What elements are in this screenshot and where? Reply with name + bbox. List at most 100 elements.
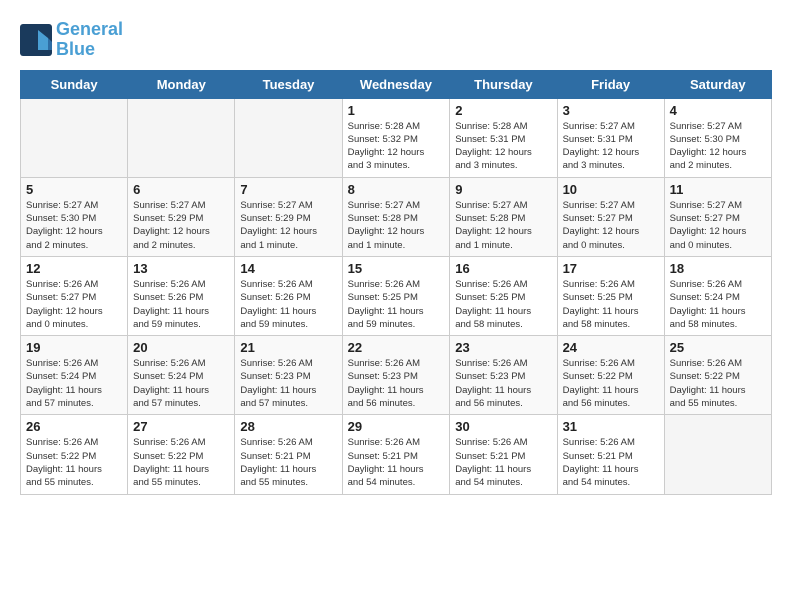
day-cell: 13 Sunrise: 5:26 AM Sunset: 5:26 PM Dayli… [128, 256, 235, 335]
day-cell: 20 Sunrise: 5:26 AM Sunset: 5:24 PM Dayli… [128, 336, 235, 415]
day-number: 13 [133, 261, 229, 276]
logo-icon [20, 24, 52, 56]
day-info: Sunrise: 5:26 AM Sunset: 5:25 PM Dayligh… [563, 278, 659, 331]
day-info: Sunrise: 5:26 AM Sunset: 5:21 PM Dayligh… [455, 436, 551, 489]
day-cell [21, 98, 128, 177]
day-info: Sunrise: 5:26 AM Sunset: 5:25 PM Dayligh… [348, 278, 445, 331]
weekday-thursday: Thursday [450, 70, 557, 98]
day-info: Sunrise: 5:26 AM Sunset: 5:21 PM Dayligh… [348, 436, 445, 489]
day-cell: 26 Sunrise: 5:26 AM Sunset: 5:22 PM Dayli… [21, 415, 128, 494]
day-info: Sunrise: 5:26 AM Sunset: 5:21 PM Dayligh… [563, 436, 659, 489]
day-number: 28 [240, 419, 336, 434]
day-number: 17 [563, 261, 659, 276]
day-cell: 10 Sunrise: 5:27 AM Sunset: 5:27 PM Dayli… [557, 177, 664, 256]
day-cell [235, 98, 342, 177]
day-number: 5 [26, 182, 122, 197]
day-number: 6 [133, 182, 229, 197]
logo-line2: Blue [56, 40, 123, 60]
day-number: 15 [348, 261, 445, 276]
day-cell: 5Sunrise: 5:27 AM Sunset: 5:30 PM Daylig… [21, 177, 128, 256]
day-cell: 27 Sunrise: 5:26 AM Sunset: 5:22 PM Dayli… [128, 415, 235, 494]
day-number: 25 [670, 340, 766, 355]
header: General Blue [20, 20, 772, 60]
weekday-friday: Friday [557, 70, 664, 98]
day-cell: 8 Sunrise: 5:27 AM Sunset: 5:28 PM Daylig… [342, 177, 450, 256]
day-info: Sunrise: 5:27 AM Sunset: 5:27 PM Dayligh… [563, 199, 659, 252]
page: General Blue SundayMondayTuesdayWednesda… [0, 0, 792, 505]
day-cell: 28 Sunrise: 5:26 AM Sunset: 5:21 PM Dayli… [235, 415, 342, 494]
weekday-header-row: SundayMondayTuesdayWednesdayThursdayFrid… [21, 70, 772, 98]
day-info: Sunrise: 5:28 AM Sunset: 5:32 PM Dayligh… [348, 120, 445, 173]
day-cell: 18Sunrise: 5:26 AM Sunset: 5:24 PM Dayli… [664, 256, 771, 335]
day-info: Sunrise: 5:26 AM Sunset: 5:26 PM Dayligh… [133, 278, 229, 331]
day-info: Sunrise: 5:26 AM Sunset: 5:26 PM Dayligh… [240, 278, 336, 331]
day-cell: 22Sunrise: 5:26 AM Sunset: 5:23 PM Dayli… [342, 336, 450, 415]
day-info: Sunrise: 5:26 AM Sunset: 5:23 PM Dayligh… [455, 357, 551, 410]
logo-text: General Blue [56, 20, 123, 60]
weekday-sunday: Sunday [21, 70, 128, 98]
day-number: 31 [563, 419, 659, 434]
day-info: Sunrise: 5:26 AM Sunset: 5:23 PM Dayligh… [240, 357, 336, 410]
day-cell: 30 Sunrise: 5:26 AM Sunset: 5:21 PM Dayli… [450, 415, 557, 494]
calendar: SundayMondayTuesdayWednesdayThursdayFrid… [20, 70, 772, 495]
day-cell: 19 Sunrise: 5:26 AM Sunset: 5:24 PM Dayli… [21, 336, 128, 415]
day-info: Sunrise: 5:27 AM Sunset: 5:28 PM Dayligh… [348, 199, 445, 252]
day-info: Sunrise: 5:26 AM Sunset: 5:27 PM Dayligh… [26, 278, 122, 331]
day-cell: 17 Sunrise: 5:26 AM Sunset: 5:25 PM Dayli… [557, 256, 664, 335]
week-row-5: 26 Sunrise: 5:26 AM Sunset: 5:22 PM Dayli… [21, 415, 772, 494]
day-info: Sunrise: 5:26 AM Sunset: 5:22 PM Dayligh… [670, 357, 766, 410]
day-number: 18 [670, 261, 766, 276]
weekday-tuesday: Tuesday [235, 70, 342, 98]
day-number: 16 [455, 261, 551, 276]
day-cell: 14Sunrise: 5:26 AM Sunset: 5:26 PM Dayli… [235, 256, 342, 335]
logo-line1: General [56, 20, 123, 40]
day-info: Sunrise: 5:27 AM Sunset: 5:29 PM Dayligh… [133, 199, 229, 252]
day-number: 29 [348, 419, 445, 434]
day-cell: 24Sunrise: 5:26 AM Sunset: 5:22 PM Dayli… [557, 336, 664, 415]
day-info: Sunrise: 5:27 AM Sunset: 5:29 PM Dayligh… [240, 199, 336, 252]
day-info: Sunrise: 5:27 AM Sunset: 5:31 PM Dayligh… [563, 120, 659, 173]
day-number: 27 [133, 419, 229, 434]
day-info: Sunrise: 5:26 AM Sunset: 5:22 PM Dayligh… [563, 357, 659, 410]
day-number: 30 [455, 419, 551, 434]
day-cell [128, 98, 235, 177]
week-row-2: 5Sunrise: 5:27 AM Sunset: 5:30 PM Daylig… [21, 177, 772, 256]
day-info: Sunrise: 5:26 AM Sunset: 5:24 PM Dayligh… [26, 357, 122, 410]
day-number: 3 [563, 103, 659, 118]
day-number: 19 [26, 340, 122, 355]
day-cell: 3 Sunrise: 5:27 AM Sunset: 5:31 PM Daylig… [557, 98, 664, 177]
day-number: 4 [670, 103, 766, 118]
weekday-monday: Monday [128, 70, 235, 98]
day-info: Sunrise: 5:26 AM Sunset: 5:22 PM Dayligh… [26, 436, 122, 489]
day-cell: 31 Sunrise: 5:26 AM Sunset: 5:21 PM Dayli… [557, 415, 664, 494]
day-cell: 1 Sunrise: 5:28 AM Sunset: 5:32 PM Daylig… [342, 98, 450, 177]
day-cell: 11Sunrise: 5:27 AM Sunset: 5:27 PM Dayli… [664, 177, 771, 256]
day-cell: 9Sunrise: 5:27 AM Sunset: 5:28 PM Daylig… [450, 177, 557, 256]
day-number: 10 [563, 182, 659, 197]
day-info: Sunrise: 5:27 AM Sunset: 5:27 PM Dayligh… [670, 199, 766, 252]
week-row-3: 12 Sunrise: 5:26 AM Sunset: 5:27 PM Dayli… [21, 256, 772, 335]
day-cell: 2 Sunrise: 5:28 AM Sunset: 5:31 PM Daylig… [450, 98, 557, 177]
weekday-saturday: Saturday [664, 70, 771, 98]
day-number: 9 [455, 182, 551, 197]
day-info: Sunrise: 5:27 AM Sunset: 5:30 PM Dayligh… [670, 120, 766, 173]
day-number: 22 [348, 340, 445, 355]
day-number: 26 [26, 419, 122, 434]
week-row-4: 19 Sunrise: 5:26 AM Sunset: 5:24 PM Dayli… [21, 336, 772, 415]
day-info: Sunrise: 5:26 AM Sunset: 5:24 PM Dayligh… [133, 357, 229, 410]
week-row-1: 1 Sunrise: 5:28 AM Sunset: 5:32 PM Daylig… [21, 98, 772, 177]
weekday-wednesday: Wednesday [342, 70, 450, 98]
day-cell: 29 Sunrise: 5:26 AM Sunset: 5:21 PM Dayli… [342, 415, 450, 494]
day-cell: 6 Sunrise: 5:27 AM Sunset: 5:29 PM Daylig… [128, 177, 235, 256]
day-cell: 21 Sunrise: 5:26 AM Sunset: 5:23 PM Dayli… [235, 336, 342, 415]
day-number: 20 [133, 340, 229, 355]
day-number: 12 [26, 261, 122, 276]
day-number: 8 [348, 182, 445, 197]
day-number: 21 [240, 340, 336, 355]
day-number: 2 [455, 103, 551, 118]
day-info: Sunrise: 5:28 AM Sunset: 5:31 PM Dayligh… [455, 120, 551, 173]
day-info: Sunrise: 5:26 AM Sunset: 5:21 PM Dayligh… [240, 436, 336, 489]
day-number: 1 [348, 103, 445, 118]
day-info: Sunrise: 5:26 AM Sunset: 5:22 PM Dayligh… [133, 436, 229, 489]
day-cell: 4 Sunrise: 5:27 AM Sunset: 5:30 PM Daylig… [664, 98, 771, 177]
